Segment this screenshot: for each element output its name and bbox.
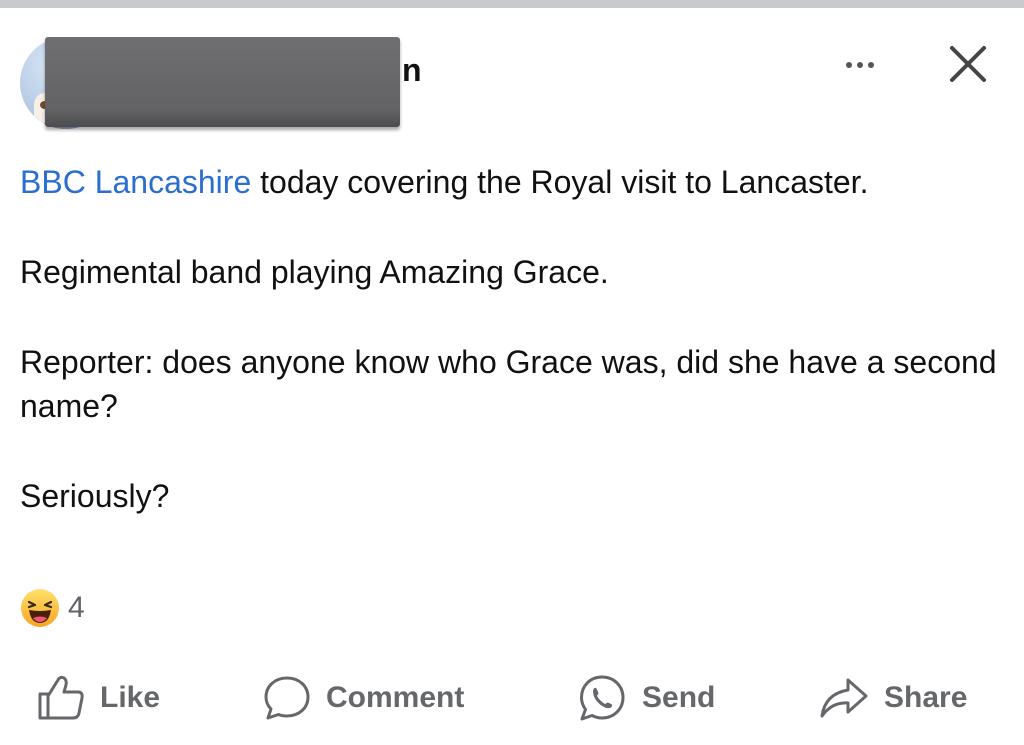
redacted-author-name xyxy=(45,37,400,127)
comment-button[interactable]: Comment xyxy=(262,672,464,724)
comment-label: Comment xyxy=(326,681,465,714)
more-dot xyxy=(857,62,863,68)
thumbs-up-icon xyxy=(38,675,84,720)
share-arrow-icon xyxy=(820,678,868,718)
post-paragraph-4: Seriously? xyxy=(20,478,170,514)
post-header: n xyxy=(0,0,1024,140)
comment-bubble-icon xyxy=(264,676,310,720)
share-button[interactable]: Share xyxy=(818,672,967,724)
reactions-summary[interactable]: 4 xyxy=(20,586,85,630)
action-bar: Like Comment Send Share xyxy=(0,664,1024,734)
post-paragraph-3: Reporter: does anyone know who Grace was… xyxy=(20,344,997,424)
paragraph-text: today covering the Royal visit to Lancas… xyxy=(251,164,869,200)
reaction-count: 4 xyxy=(68,591,85,624)
more-horizontal-icon xyxy=(846,62,852,68)
like-label: Like xyxy=(100,681,161,714)
post-paragraph-2: Regimental band playing Amazing Grace. xyxy=(20,254,609,290)
haha-emoji-icon xyxy=(21,589,59,627)
close-icon xyxy=(950,46,986,82)
send-button[interactable]: Send xyxy=(576,672,715,724)
close-button[interactable] xyxy=(944,44,992,88)
mention-link[interactable]: BBC Lancashire xyxy=(20,164,251,200)
more-options-button[interactable] xyxy=(832,50,888,80)
post-paragraph-1: BBC Lancashire today covering the Royal … xyxy=(20,160,1000,204)
more-dot xyxy=(868,62,874,68)
like-button[interactable]: Like xyxy=(36,672,160,724)
author-name-fragment[interactable]: n xyxy=(402,52,422,88)
post-text: BBC Lancashire today covering the Royal … xyxy=(20,160,1000,564)
share-label: Share xyxy=(884,681,968,714)
send-label: Send xyxy=(642,681,716,714)
whatsapp-icon xyxy=(580,675,625,721)
